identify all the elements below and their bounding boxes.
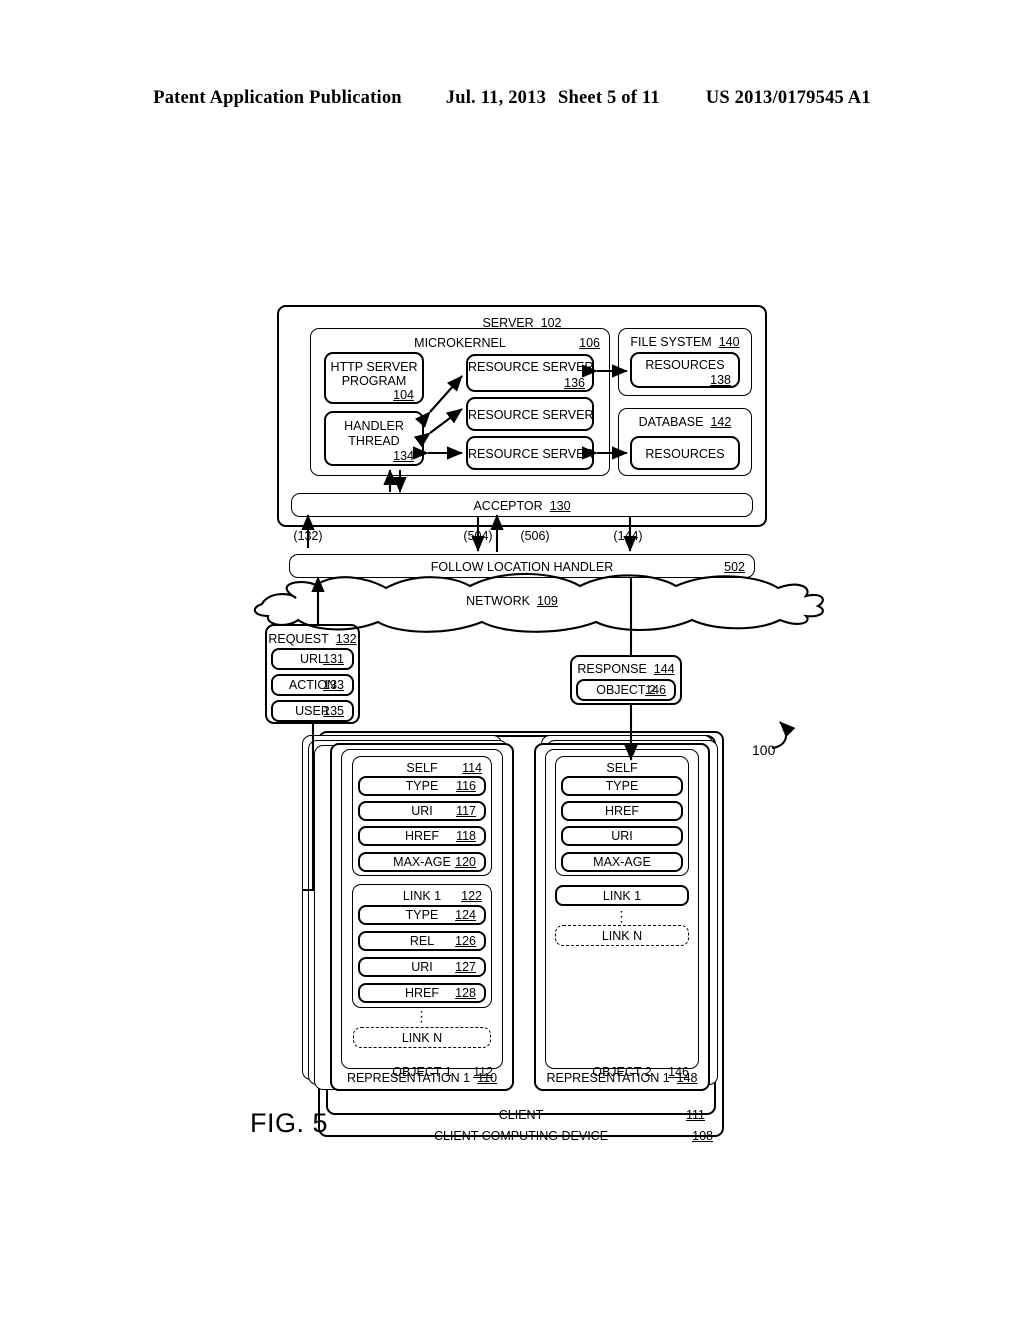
handler-thread-ref: 134 <box>393 449 414 463</box>
http-server-program-box: HTTP SERVER PROGRAM 104 <box>324 352 424 404</box>
resource-server-136-box: RESOURCE SERVER 136 <box>466 354 594 392</box>
self-2-field-type: TYPE <box>561 776 683 796</box>
http-server-program-line1: HTTP SERVER <box>330 360 418 374</box>
acceptor-caption: ACCEPTOR 130 <box>473 499 571 513</box>
self-2-field-uri: URI <box>561 826 683 846</box>
file-system-resources-title: RESOURCES <box>645 358 725 372</box>
link-n-2-label: LINK N <box>601 928 643 943</box>
self-2-field-type-label: TYPE <box>605 779 639 793</box>
link-ellipsis-2: ⋮ <box>614 908 630 924</box>
link1-1-field-href: HREF 128 <box>358 983 486 1003</box>
self-1-field-uri-ref: 117 <box>456 804 476 818</box>
database-caption: DATABASE 142 <box>638 415 732 429</box>
link1-1-field-href-ref: 128 <box>455 986 476 1000</box>
self-2-field-uri-label: URI <box>611 829 633 843</box>
link-n-1-label: LINK N <box>401 1030 443 1045</box>
file-system-resources-box: RESOURCES 138 <box>630 352 740 388</box>
link1-1-field-type-ref: 124 <box>455 908 476 922</box>
link1-1-field-type: TYPE 124 <box>358 905 486 925</box>
flow-label-132: (132) <box>293 529 323 543</box>
publication-date: Jul. 11, 2013 <box>445 88 547 108</box>
database-resources-title: RESOURCES <box>645 447 725 461</box>
self-group-2-caption: SELF <box>606 761 638 775</box>
sheet-number: Sheet 5 of 11 <box>558 88 660 108</box>
resource-server-bottom-title: RESOURCE SERVER <box>468 447 594 461</box>
follow-location-handler-box: FOLLOW LOCATION HANDLER 502 <box>289 554 755 578</box>
http-server-program-ref: 104 <box>393 388 414 402</box>
flow-label-504: (504) <box>463 529 493 543</box>
resource-server-136-ref: 136 <box>564 376 585 390</box>
self-1-field-href-ref: 118 <box>456 829 476 843</box>
page-header: Patent Application Publication Jul. 11, … <box>0 88 1024 109</box>
response-object-2-ref: 146 <box>645 683 666 697</box>
self-2-field-max-age-label: MAX-AGE <box>593 855 651 869</box>
self-1-field-max-age: MAX-AGE 120 <box>358 852 486 872</box>
link1-1-field-uri: URI 127 <box>358 957 486 977</box>
handler-thread-line2: THREAD <box>348 434 400 448</box>
self-1-field-type: TYPE 116 <box>358 776 486 796</box>
link-n-1: LINK N <box>353 1027 491 1048</box>
file-system-caption: FILE SYSTEM 140 <box>630 335 740 349</box>
publication-title: Patent Application Publication <box>153 88 402 108</box>
figure-label: FIG. 5 <box>250 1108 329 1138</box>
self-2-field-href: HREF <box>561 801 683 821</box>
self-1-field-type-ref: 116 <box>456 779 476 793</box>
file-system-resources-ref: 138 <box>710 373 731 387</box>
patent-number: US 2013/0179545 A1 <box>705 88 871 108</box>
response-caption: RESPONSE 144 <box>577 662 675 676</box>
self-2-field-href-label: HREF <box>604 804 640 818</box>
self-1-field-href: HREF 118 <box>358 826 486 846</box>
resource-server-mid-title: RESOURCE SERVER <box>468 408 594 422</box>
flow-label-506: (506) <box>520 529 550 543</box>
resource-server-136-title: RESOURCE SERVER <box>468 360 594 374</box>
self-1-field-max-age-ref: 120 <box>455 855 476 869</box>
request-field-user-ref: 135 <box>323 704 344 718</box>
http-server-program-line2: PROGRAM <box>341 374 407 388</box>
request-field-action-ref: 133 <box>323 678 344 692</box>
request-caption: REQUEST 132 <box>268 632 357 646</box>
link1-2: LINK 1 <box>555 885 689 906</box>
figure-callout-number: 100 <box>752 742 776 758</box>
response-object-2: OBJECT 2 146 <box>576 679 676 701</box>
link-ellipsis-1: ⋮ <box>414 1008 430 1024</box>
handler-thread-box: HANDLER THREAD 134 <box>324 411 424 466</box>
request-field-url-ref: 131 <box>323 652 344 666</box>
acceptor-box: ACCEPTOR 130 <box>291 493 753 517</box>
link1-2-label: LINK 1 <box>602 888 642 903</box>
database-resources-box: RESOURCES <box>630 436 740 470</box>
flow-label-144: (144) <box>613 529 643 543</box>
request-field-url: URL 131 <box>271 648 354 670</box>
self-2-field-max-age: MAX-AGE <box>561 852 683 872</box>
link-n-2: LINK N <box>555 925 689 946</box>
link1-1-field-rel-ref: 126 <box>455 934 476 948</box>
self-1-field-uri: URI 117 <box>358 801 486 821</box>
resource-server-bottom-box: RESOURCE SERVER <box>466 436 594 470</box>
handler-thread-line1: HANDLER <box>344 419 404 433</box>
network-caption: NETWORK 109 <box>466 594 558 608</box>
resource-server-mid-box: RESOURCE SERVER <box>466 397 594 431</box>
link1-1-field-rel: REL 126 <box>358 931 486 951</box>
request-field-action: ACTION 133 <box>271 674 354 696</box>
request-field-user: USER 135 <box>271 700 354 722</box>
link1-1-field-uri-ref: 127 <box>455 960 476 974</box>
